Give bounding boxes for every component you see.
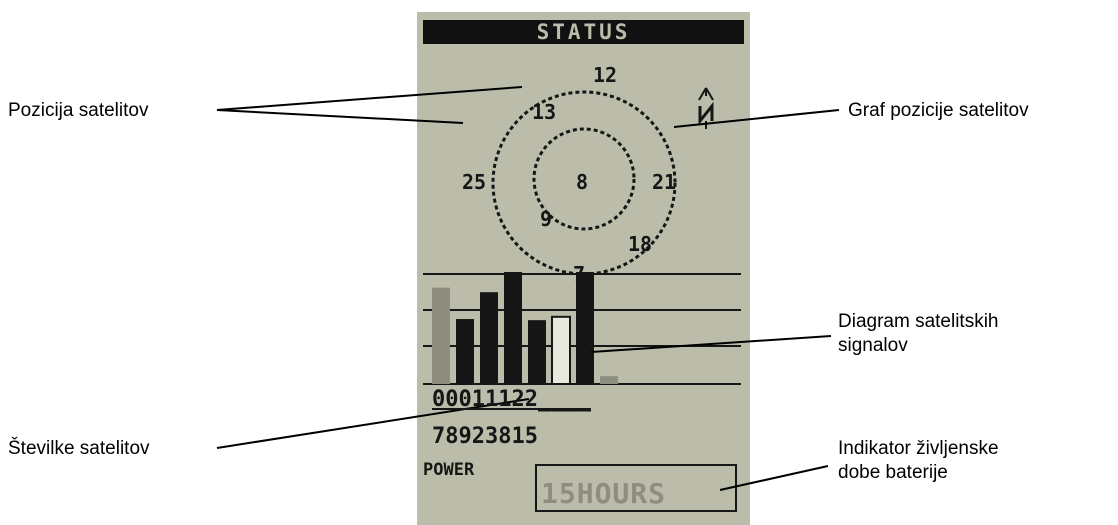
- callout-signal-diagram-line2: signalov: [838, 335, 908, 356]
- callout-satellite-numbers: Številke satelitov: [8, 438, 150, 459]
- signal-bar-8: [600, 376, 618, 384]
- satellite-label-9: 9: [540, 207, 553, 231]
- satellite-label-7: 7: [573, 262, 586, 286]
- satellite-label-8: 8: [576, 170, 589, 194]
- signal-bar-6: [551, 315, 571, 385]
- signal-bar-5: [528, 320, 546, 384]
- signal-bar-3: [480, 292, 498, 384]
- power-label: POWER: [423, 460, 475, 480]
- satellite-label-12: 12: [593, 63, 618, 87]
- leader-line-signal-diagram: [590, 335, 832, 353]
- signal-bar-1: [432, 287, 450, 384]
- callout-sky-graph: Graf pozicije satelitov: [848, 100, 1029, 121]
- callout-signal-diagram-line1: Diagram satelitskih: [838, 311, 999, 332]
- satellite-label-18: 18: [628, 232, 653, 256]
- satellite-numbers-tens: 00011122____: [432, 387, 591, 412]
- callout-battery-line1: Indikator življenske: [838, 438, 999, 459]
- callout-battery-line2: dobe baterije: [838, 462, 948, 483]
- satellite-label-25: 25: [462, 170, 487, 194]
- leader-line-sat-positions-b: [216, 109, 464, 124]
- battery-hours-value: 15HOURS: [541, 477, 667, 510]
- signal-bar-7: [576, 272, 594, 384]
- satellite-label-21: 21: [652, 170, 677, 194]
- signal-bar-2: [456, 319, 474, 384]
- callout-satellite-positions: Pozicija satelitov: [8, 100, 149, 121]
- satellite-numbers-units: 78923815: [432, 424, 538, 449]
- signal-bar-chart: [432, 272, 618, 385]
- leader-line-sat-positions-a: [216, 86, 523, 111]
- signal-bar-4: [504, 272, 522, 384]
- satellite-label-13: 13: [532, 100, 557, 124]
